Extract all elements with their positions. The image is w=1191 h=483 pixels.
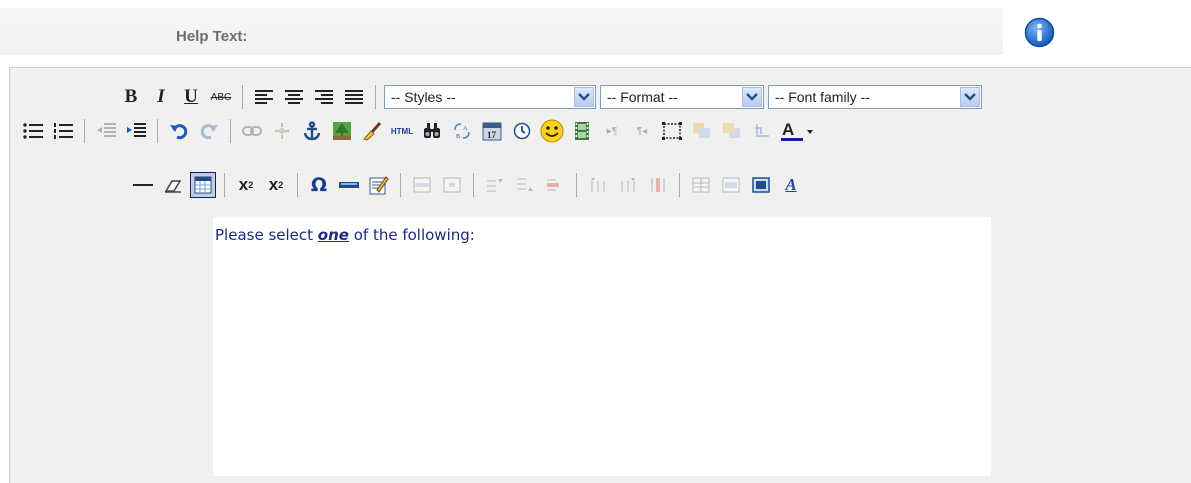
align-left-icon[interactable]	[251, 84, 277, 110]
align-right-icon[interactable]	[311, 84, 337, 110]
superscript-button[interactable]: x2	[263, 172, 289, 198]
toolbar-separator	[242, 85, 243, 109]
edit-code-icon[interactable]	[366, 172, 392, 198]
html-icon[interactable]: HTML	[389, 118, 415, 144]
toolbar-separator	[297, 173, 298, 197]
indent-icon[interactable]	[123, 118, 149, 144]
media-icon[interactable]	[569, 118, 595, 144]
special-char-button[interactable]: Ω	[306, 172, 332, 198]
editor-paragraph: Please select one of the following:	[215, 226, 475, 244]
col-after-icon[interactable]	[615, 172, 641, 198]
toolbar-separator	[375, 85, 376, 109]
link-icon[interactable]	[239, 118, 265, 144]
format-select-value: -- Format --	[607, 89, 678, 105]
image-icon[interactable]	[329, 118, 355, 144]
visual-aid-toggle-icon[interactable]	[190, 172, 216, 198]
info-icon[interactable]	[1023, 16, 1056, 49]
align-justify-icon[interactable]	[341, 84, 367, 110]
ltr-icon[interactable]: ▸¶	[599, 118, 625, 144]
row-before-icon[interactable]	[482, 172, 508, 198]
chevron-down-icon[interactable]	[574, 87, 594, 107]
italic-button[interactable]: I	[148, 84, 174, 110]
layer-forward-icon[interactable]	[689, 118, 715, 144]
outdent-icon[interactable]	[93, 118, 119, 144]
toolbar-separator	[473, 173, 474, 197]
format-select[interactable]: -- Format --	[600, 85, 764, 109]
toolbar-separator	[230, 119, 231, 143]
style-props-icon[interactable]: A	[778, 172, 804, 198]
search-icon[interactable]	[419, 118, 445, 144]
toolbar-separator	[224, 173, 225, 197]
bullet-list-icon[interactable]	[20, 118, 46, 144]
col-before-icon[interactable]	[585, 172, 611, 198]
toolbar-row-1: B I U ABC -- Styles -- -- Format -- -- F…	[116, 82, 984, 112]
merge-cells-icon[interactable]	[718, 172, 744, 198]
emoticon-icon[interactable]	[539, 118, 565, 144]
delete-col-icon[interactable]	[645, 172, 671, 198]
bold-button[interactable]: B	[118, 84, 144, 110]
emphasis-text: one	[317, 226, 349, 244]
remove-format-icon[interactable]	[160, 172, 186, 198]
layer-backward-icon[interactable]	[719, 118, 745, 144]
styles-select[interactable]: -- Styles --	[384, 85, 596, 109]
font-family-select-value: -- Font family --	[775, 89, 870, 105]
underline-button[interactable]: U	[178, 84, 204, 110]
insert-time-icon[interactable]	[509, 118, 535, 144]
cleanup-icon[interactable]	[359, 118, 385, 144]
svg-text:A: A	[782, 120, 794, 139]
rtl-icon[interactable]: ¶◂	[629, 118, 655, 144]
insert-date-icon[interactable]: 17	[479, 118, 505, 144]
numbered-list-icon[interactable]	[50, 118, 76, 144]
toolbar-separator	[576, 173, 577, 197]
toolbar-row-3: x2 x2 Ω A	[128, 170, 806, 200]
chevron-down-icon[interactable]	[742, 87, 762, 107]
redo-icon[interactable]	[196, 118, 222, 144]
undo-icon[interactable]	[166, 118, 192, 144]
unlink-icon[interactable]	[269, 118, 295, 144]
svg-text:17: 17	[487, 130, 497, 140]
table-props-icon[interactable]	[748, 172, 774, 198]
table-row-props-icon[interactable]	[409, 172, 435, 198]
toolbar-separator	[400, 173, 401, 197]
strikethrough-button[interactable]: ABC	[208, 84, 234, 110]
field-label-cell: Help Text:	[0, 8, 1003, 54]
replace-icon[interactable]: AB	[449, 118, 475, 144]
split-cells-icon[interactable]	[688, 172, 714, 198]
align-center-icon[interactable]	[281, 84, 307, 110]
toolbar-separator	[84, 119, 85, 143]
advhr-icon[interactable]	[336, 172, 362, 198]
absolute-icon[interactable]	[749, 118, 775, 144]
subscript-button[interactable]: x2	[233, 172, 259, 198]
field-label: Help Text:	[176, 28, 248, 45]
horizontal-rule-icon[interactable]	[130, 172, 156, 198]
visual-aid-icon[interactable]	[659, 118, 685, 144]
toolbar-separator	[157, 119, 158, 143]
svg-text:B: B	[456, 134, 460, 140]
svg-text:A: A	[463, 126, 468, 132]
forecolor-button[interactable]: A	[779, 118, 817, 144]
delete-row-icon[interactable]	[542, 172, 568, 198]
styles-select-value: -- Styles --	[391, 89, 456, 105]
toolbar-row-2: HTML AB 17 ▸¶ ¶◂ A	[18, 116, 819, 146]
chevron-down-icon[interactable]	[960, 87, 980, 107]
row-after-icon[interactable]	[512, 172, 538, 198]
toolbar-separator	[679, 173, 680, 197]
table-cell-props-icon[interactable]	[439, 172, 465, 198]
editor-content-area[interactable]: Please select one of the following:	[213, 217, 991, 476]
rich-text-editor: B I U ABC -- Styles -- -- Format -- -- F…	[9, 67, 1191, 483]
anchor-icon[interactable]	[299, 118, 325, 144]
font-family-select[interactable]: -- Font family --	[768, 85, 982, 109]
